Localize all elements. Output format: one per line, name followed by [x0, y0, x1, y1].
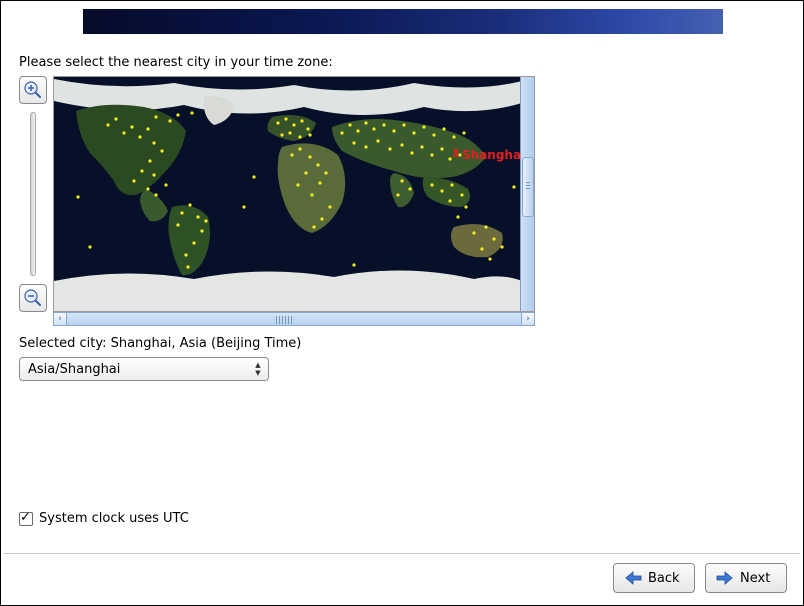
zoom-out-icon — [23, 288, 43, 308]
zoom-in-icon — [23, 80, 43, 100]
map-vertical-scroll-thumb[interactable] — [522, 157, 534, 217]
header-banner — [83, 9, 723, 34]
back-button[interactable]: Back — [613, 563, 695, 593]
zoom-in-button[interactable] — [19, 76, 47, 104]
select-spinner-icon: ▲ ▼ — [250, 360, 266, 378]
utc-checkbox[interactable] — [19, 512, 33, 526]
zoom-out-button[interactable] — [19, 284, 47, 312]
timezone-select[interactable]: Asia/Shanghai ▲ ▼ — [19, 357, 269, 381]
world-map[interactable]: Shanghai — [53, 76, 535, 312]
selected-city-label: Selected city: Shanghai, Asia (Beijing T… — [19, 336, 785, 351]
next-button-label: Next — [740, 571, 770, 586]
next-button[interactable]: Next — [705, 563, 787, 593]
timezone-prompt: Please select the nearest city in your t… — [19, 55, 785, 70]
map-vertical-scrollbar[interactable] — [520, 77, 534, 311]
svg-text:Shanghai: Shanghai — [462, 148, 522, 162]
zoom-slider[interactable] — [30, 112, 36, 276]
map-horizontal-scrollbar[interactable] — [67, 312, 521, 326]
timezone-map-area: Shanghai ‹ › — [19, 76, 535, 326]
map-scroll-left-button[interactable]: ‹ — [53, 312, 67, 326]
arrow-right-icon — [716, 571, 734, 585]
arrow-left-icon — [624, 571, 642, 585]
selected-city-marker: Shanghai — [454, 148, 522, 162]
footer-separator — [4, 553, 800, 554]
map-scroll-right-button[interactable]: › — [521, 312, 535, 326]
back-button-label: Back — [648, 571, 680, 586]
utc-checkbox-label: System clock uses UTC — [39, 511, 189, 526]
timezone-select-value: Asia/Shanghai — [28, 362, 120, 377]
